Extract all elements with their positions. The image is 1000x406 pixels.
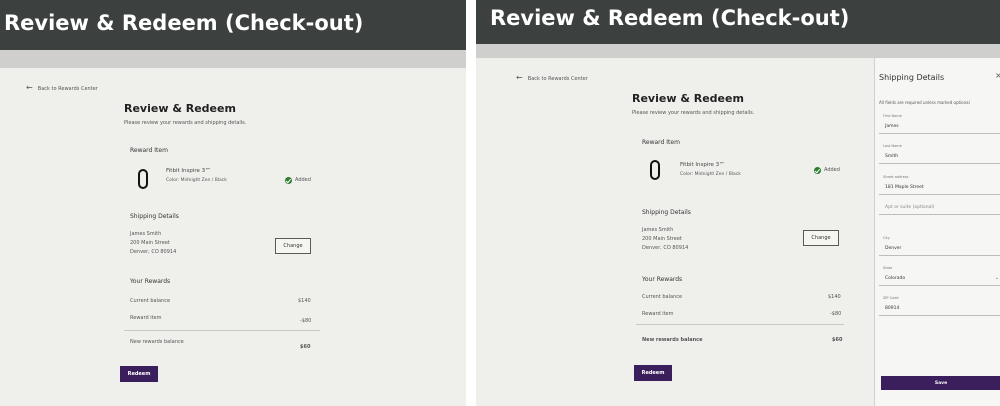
apt-suite-field[interactable]: Apt or suite (optional) <box>879 201 1000 215</box>
zip-code-field[interactable]: 80914 <box>879 302 1000 316</box>
check-icon <box>814 167 821 174</box>
banner: Review & Redeem (Check-out) <box>0 0 466 50</box>
street-address-label: Street address <box>883 175 909 179</box>
back-link-label: Back to Rewards Center <box>527 76 588 82</box>
address-name: James Smith <box>642 227 674 233</box>
shipping-details-drawer: Shipping Details × All fields are requir… <box>874 58 1000 406</box>
fitbit-product-image <box>650 160 660 180</box>
page-title: Review & Redeem <box>632 92 744 105</box>
banner-title: Review & Redeem (Check-out) <box>490 6 850 30</box>
new-balance-value: $60 <box>300 344 311 350</box>
address-city: Denver, CO 80914 <box>642 245 689 251</box>
arrow-left-icon: ← <box>516 73 523 82</box>
banner-title: Review & Redeem (Check-out) <box>4 11 364 35</box>
street-address-field[interactable]: 181 Maple Street <box>879 181 1000 195</box>
redeem-button[interactable]: Redeem <box>120 366 158 382</box>
checkout-page: ← Back to Rewards Center Review & Redeem… <box>0 68 466 406</box>
rewards-heading: Your Rewards <box>642 276 683 283</box>
check-icon <box>285 177 292 184</box>
current-balance-value: $140 <box>298 298 311 304</box>
rewards-divider <box>124 330 320 331</box>
added-label: Added <box>295 177 311 183</box>
address-street: 200 Main Street <box>642 236 682 242</box>
redeem-button[interactable]: Redeem <box>634 365 672 381</box>
right-screenshot-panel: Review & Redeem (Check-out) ← Back to Re… <box>476 0 1000 406</box>
state-label: State <box>883 266 893 270</box>
page-subtitle: Please review your rewards and shipping … <box>632 110 755 116</box>
shipping-heading: Shipping Details <box>642 209 691 216</box>
item-name: Fitbit Inspire 3™ <box>166 168 211 174</box>
current-balance-label: Current balance <box>130 298 171 304</box>
change-address-button[interactable]: Change <box>275 238 311 254</box>
left-screenshot-panel: Review & Redeem (Check-out) ← Back to Re… <box>0 0 466 406</box>
save-button[interactable]: Save <box>881 376 1000 390</box>
first-name-field[interactable]: James <box>879 120 1000 134</box>
current-balance-value: $140 <box>828 294 841 300</box>
reward-item-cost-value: -$80 <box>300 318 312 324</box>
rewards-divider <box>636 324 844 325</box>
browser-strip <box>476 44 1000 58</box>
change-address-button[interactable]: Change <box>803 230 839 246</box>
browser-strip <box>0 50 466 68</box>
address-street: 200 Main Street <box>130 240 170 246</box>
first-name-label: First Name <box>883 114 902 118</box>
city-label: City <box>883 236 890 240</box>
zip-code-label: ZIP Code <box>883 296 899 300</box>
item-variant: Color: Midnight Zen / Black <box>680 172 741 177</box>
state-value: Colorado <box>885 276 906 281</box>
close-icon[interactable]: × <box>995 71 1000 80</box>
added-label: Added <box>824 167 840 173</box>
page-title: Review & Redeem <box>124 102 236 115</box>
reward-item-cost-label: Reward item <box>130 315 162 321</box>
reward-item-heading: Reward Item <box>642 139 680 146</box>
chevron-down-icon: ⌄ <box>994 275 999 281</box>
last-name-label: Last Name <box>883 144 902 148</box>
back-to-rewards-link[interactable]: ← Back to Rewards Center <box>516 65 588 84</box>
new-balance-label: New rewards balance <box>130 339 184 345</box>
back-link-label: Back to Rewards Center <box>37 86 98 92</box>
banner: Review & Redeem (Check-out) <box>476 0 1000 44</box>
new-balance-label: New rewards balance <box>642 337 703 343</box>
state-select[interactable]: Colorado ⌄ <box>879 272 1000 286</box>
reward-item-cost-label: Reward item <box>642 311 674 317</box>
new-balance-value: $60 <box>832 337 843 343</box>
item-variant: Color: Midnight Zen / Black <box>166 178 227 183</box>
address-name: James Smith <box>130 231 162 237</box>
last-name-field[interactable]: Smith <box>879 150 1000 164</box>
reward-item-heading: Reward Item <box>130 147 168 154</box>
back-to-rewards-link[interactable]: ← Back to Rewards Center <box>26 75 98 94</box>
shipping-heading: Shipping Details <box>130 213 179 220</box>
arrow-left-icon: ← <box>26 83 33 92</box>
fitbit-product-image <box>138 169 148 189</box>
address-city: Denver, CO 80914 <box>130 249 177 255</box>
drawer-title: Shipping Details <box>879 73 945 82</box>
item-name: Fitbit Inspire 3™ <box>680 162 725 168</box>
city-field[interactable]: Denver <box>879 242 1000 256</box>
reward-item-cost-value: -$80 <box>830 311 842 317</box>
required-fields-note: All fields are required unless marked op… <box>879 100 970 105</box>
rewards-heading: Your Rewards <box>130 278 171 285</box>
page-subtitle: Please review your rewards and shipping … <box>124 120 247 126</box>
current-balance-label: Current balance <box>642 294 683 300</box>
